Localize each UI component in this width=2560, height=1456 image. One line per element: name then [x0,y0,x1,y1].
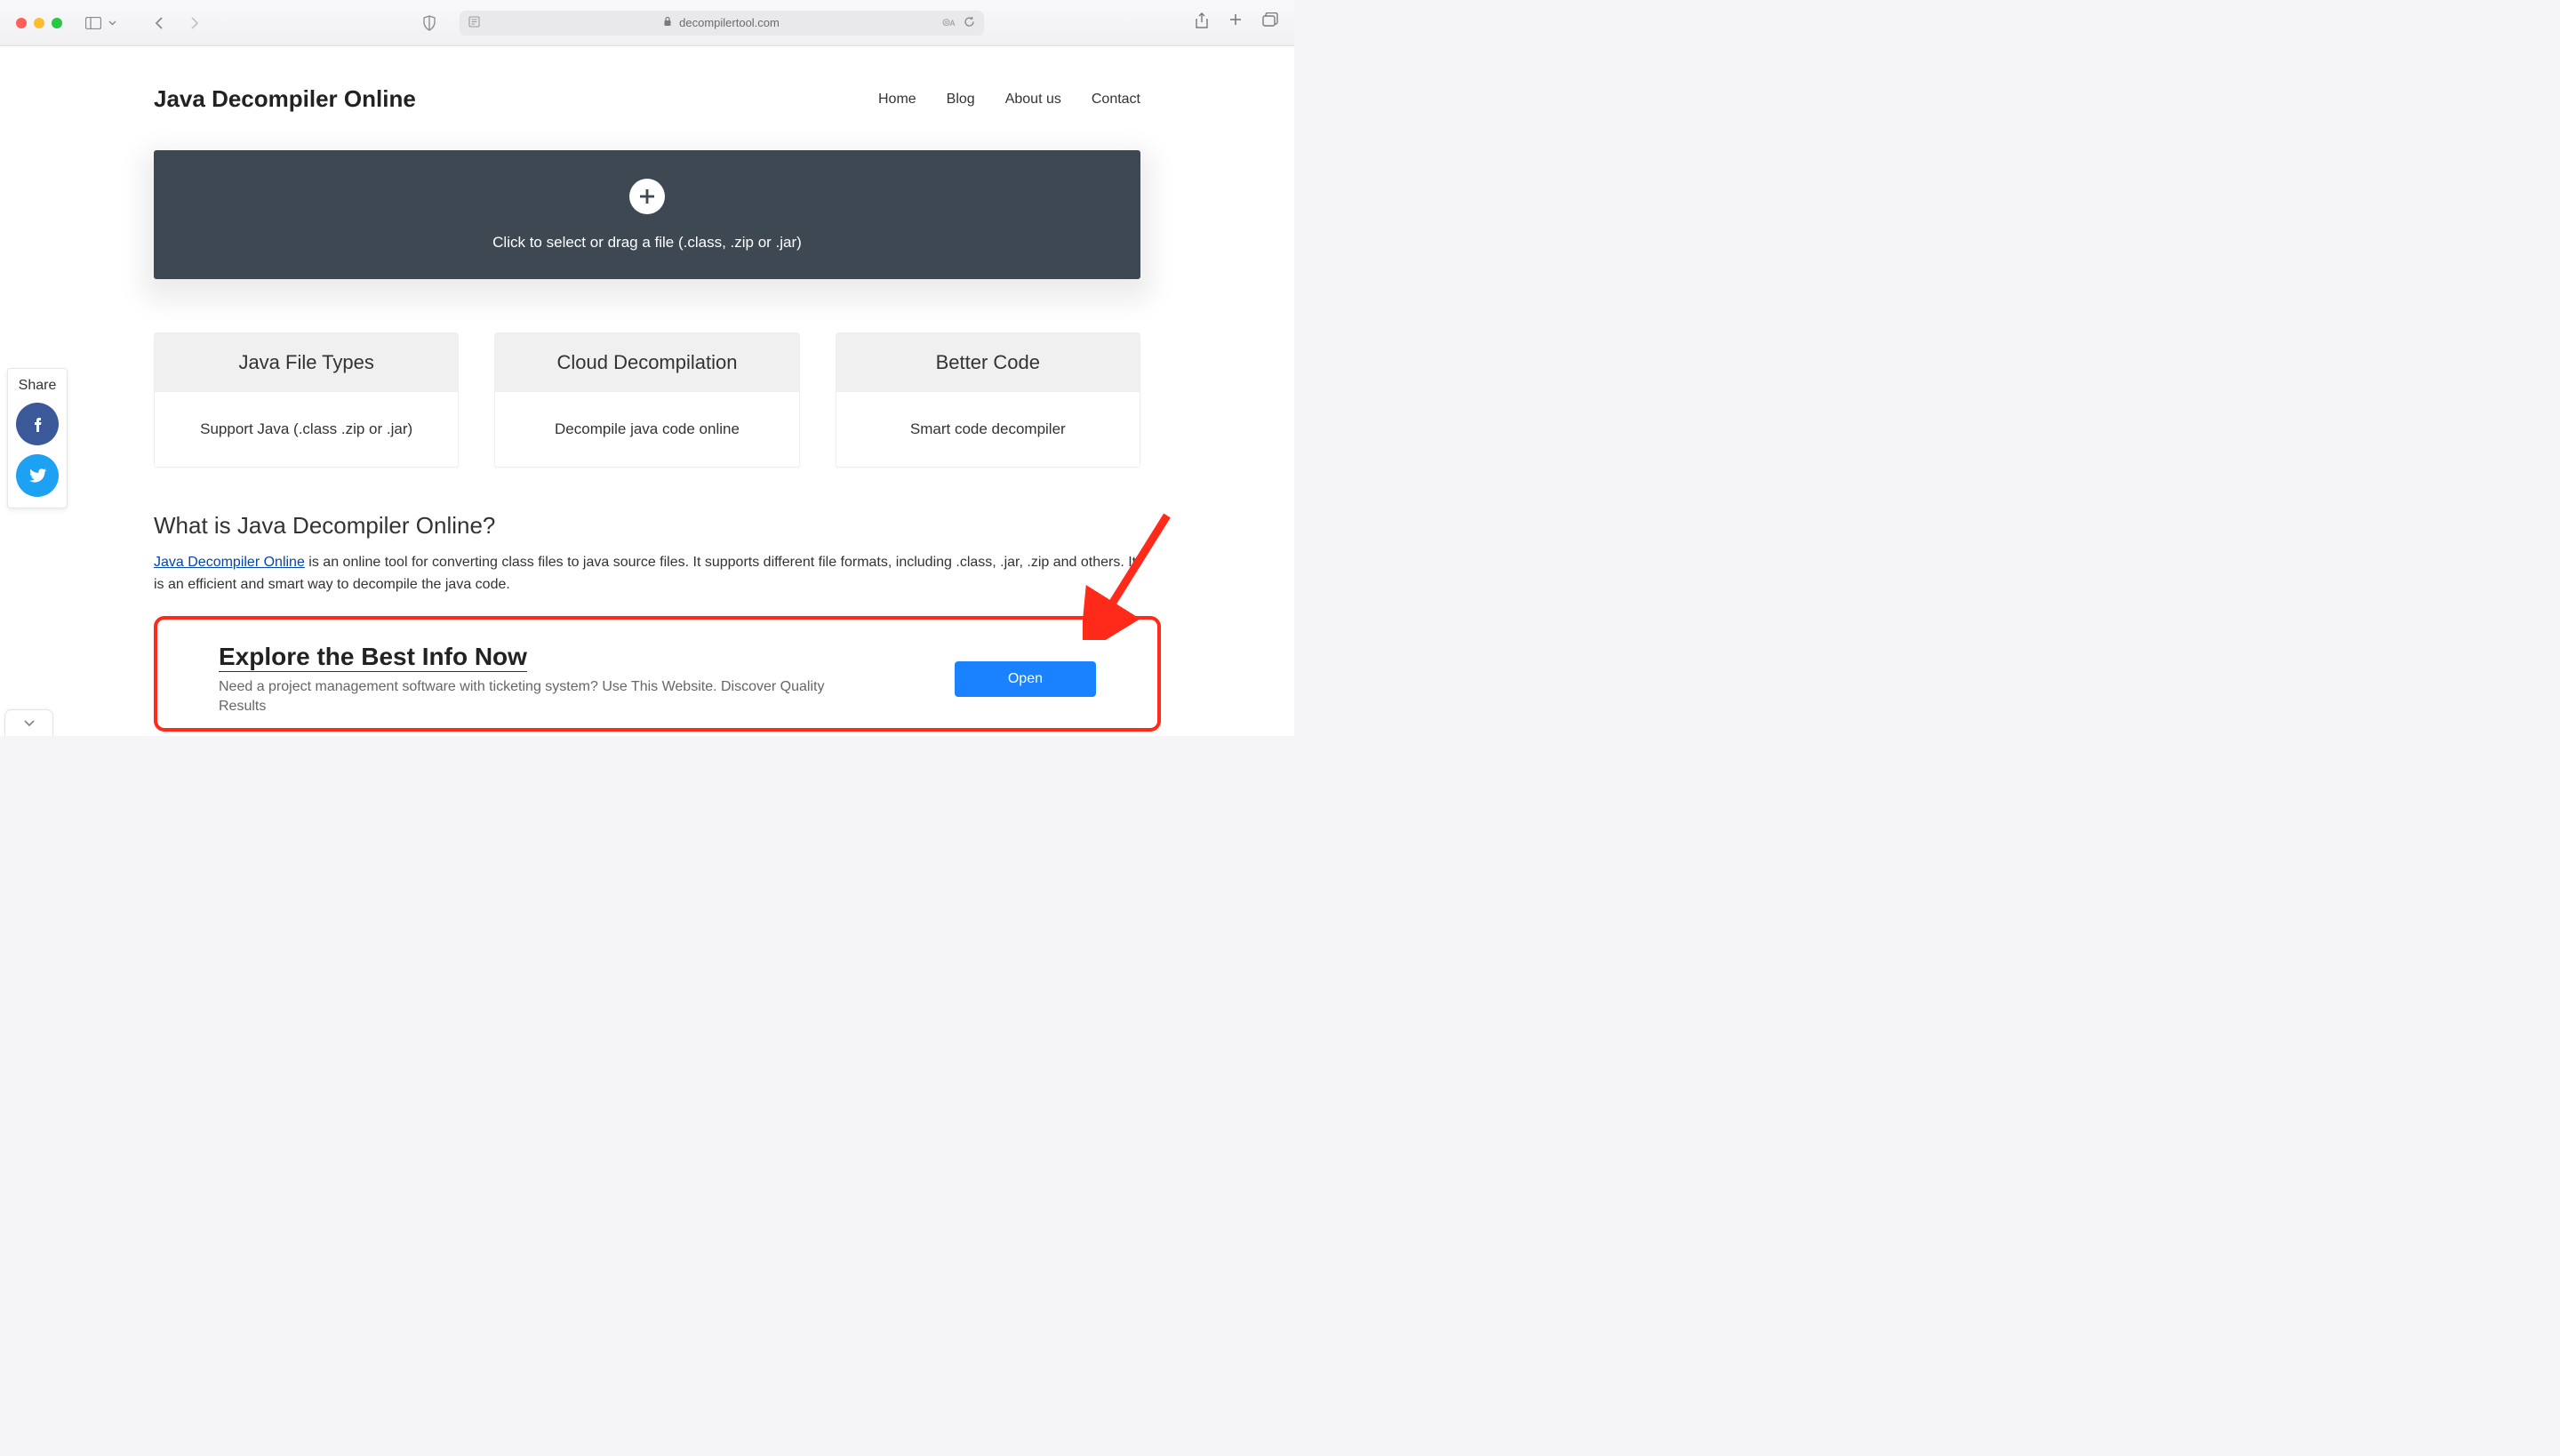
share-button[interactable] [1195,12,1209,33]
share-label: Share [19,378,57,394]
ad-title: Explore the Best Info Now [219,643,527,672]
facebook-icon [28,414,47,434]
about-heading: What is Java Decompiler Online? [154,512,1140,540]
sidebar-icon [85,17,101,29]
nav-blog[interactable]: Blog [947,92,975,108]
share-twitter-button[interactable] [16,454,59,497]
feature-title: Better Code [836,333,1140,392]
maximize-window-button[interactable] [52,18,62,28]
feature-card: Better Code Smart code decompiler [836,332,1140,468]
feature-desc: Support Java (.class .zip or .jar) [155,392,458,467]
collapse-panel-toggle[interactable] [4,709,53,736]
ad-banner[interactable]: ▷ ✕ Explore the Best Info Now Need a pro… [197,625,1117,728]
new-tab-button[interactable] [1228,12,1243,33]
adchoices-icon[interactable]: ▷ [1088,628,1096,641]
feature-cards: Java File Types Support Java (.class .zi… [154,332,1140,468]
feature-desc: Decompile java code online [495,392,798,467]
privacy-shield-icon[interactable] [417,12,442,35]
share-facebook-button[interactable] [16,403,59,445]
sidebar-toggle[interactable] [85,17,122,29]
feature-desc: Smart code decompiler [836,392,1140,467]
forward-button[interactable] [184,12,205,34]
url-host: decompilertool.com [679,16,780,29]
reload-button[interactable] [964,16,975,30]
about-text: Java Decompiler Online is an online tool… [154,552,1140,596]
about-self-link[interactable]: Java Decompiler Online [154,555,305,570]
feature-title: Cloud Decompilation [495,333,798,392]
page-body: Java Decompiler Online Home Blog About u… [0,46,1294,736]
window-controls [16,18,62,28]
nav-arrows [148,12,205,34]
feature-title: Java File Types [155,333,458,392]
file-dropzone[interactable]: Click to select or drag a file (.class, … [154,150,1140,279]
nav-about[interactable]: About us [1005,92,1061,108]
feature-card: Cloud Decompilation Decompile java code … [494,332,799,468]
annotation-highlight-box: ▷ ✕ Explore the Best Info Now Need a pro… [154,616,1161,732]
twitter-icon [27,465,48,486]
chevron-down-icon [103,17,122,29]
site-title: Java Decompiler Online [154,85,416,113]
page-header: Java Decompiler Online Home Blog About u… [154,85,1140,113]
nav-contact[interactable]: Contact [1092,92,1140,108]
lock-icon [663,16,672,29]
nav-home[interactable]: Home [878,92,916,108]
reader-mode-icon[interactable] [468,16,480,30]
adchoices-controls: ▷ ✕ [1088,628,1110,641]
ad-close-icon[interactable]: ✕ [1101,628,1110,641]
close-window-button[interactable] [16,18,27,28]
feature-card: Java File Types Support Java (.class .zi… [154,332,459,468]
ad-open-button[interactable]: Open [955,661,1096,697]
browser-toolbar: decompilertool.com ⊜ᴀ [0,0,1294,46]
dropzone-label: Click to select or drag a file (.class, … [492,234,802,252]
back-button[interactable] [148,12,170,34]
ad-description: Need a project management software with … [219,677,841,716]
translate-icon[interactable]: ⊜ᴀ [941,16,954,30]
add-file-icon [629,179,665,214]
chevron-down-icon [23,719,36,727]
minimize-window-button[interactable] [34,18,44,28]
main-nav: Home Blog About us Contact [878,92,1140,108]
tabs-overview-button[interactable] [1262,12,1278,33]
address-bar[interactable]: decompilertool.com ⊜ᴀ [460,11,984,36]
share-widget: Share [7,368,68,508]
